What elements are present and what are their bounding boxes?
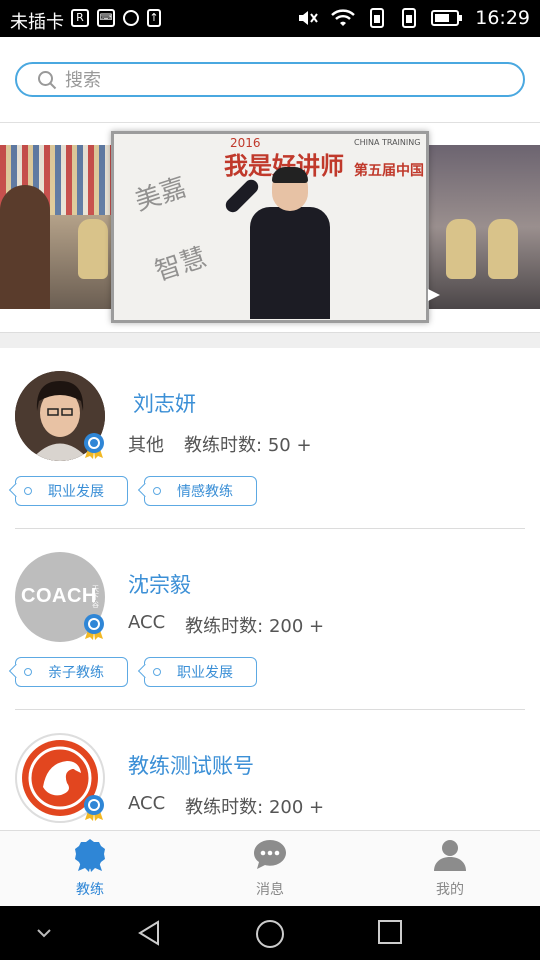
vase-image: [488, 219, 518, 279]
person-image: [0, 185, 50, 309]
coach-hours: 教练时数: 50 +: [184, 431, 312, 457]
mute-icon: [299, 11, 319, 25]
coach-list[interactable]: 刘志妍 其他 教练时数: 50 + 职业发展 情感教练 COACH 天下谷 沈宗…: [0, 348, 540, 830]
coach-meta: 其他 教练时数: 50 +: [128, 431, 312, 457]
hours-value: 200 +: [268, 797, 325, 818]
coach-card[interactable]: COACH 天下谷 沈宗毅 ACC 教练时数: 200 + 亲子教练 职业发展: [0, 529, 540, 710]
tab-messages[interactable]: 消息: [180, 831, 360, 906]
person-icon: [434, 840, 466, 871]
coach-name[interactable]: 沈宗毅: [128, 569, 191, 599]
whiteboard-scribble: 美嘉: [131, 172, 191, 218]
tab-coach[interactable]: 教练: [0, 831, 180, 906]
vase-image: [78, 219, 108, 279]
banner-carousel[interactable]: 美嘉 智慧 2016 我是好讲师 第五届中国 CHINA TRAINING: [0, 123, 540, 333]
carousel-next-arrow-icon[interactable]: [428, 289, 440, 301]
circle-notification-icon: [123, 10, 139, 26]
banner-side-text: 第五届中国: [354, 163, 424, 179]
coach-certification: ACC: [128, 612, 166, 633]
system-status: 16:29: [297, 7, 530, 29]
carrier-label: 未插卡: [10, 12, 64, 33]
hours-value: 200 +: [268, 616, 325, 637]
avatar-logo-text: COACH: [21, 585, 97, 607]
tag-chip[interactable]: 亲子教练: [8, 657, 128, 687]
status-bar: 未插卡 R ⌨ ↑ 16:29: [0, 0, 540, 37]
hours-label: 教练时数:: [184, 435, 263, 456]
speaker-figure: [222, 167, 334, 319]
bottom-tab-bar: 教练 消息 我的: [0, 830, 540, 906]
hours-label: 教练时数:: [185, 797, 264, 818]
coach-card[interactable]: 刘志妍 其他 教练时数: 50 + 职业发展 情感教练: [0, 348, 540, 529]
coach-hours: 教练时数: 200 +: [185, 612, 324, 638]
coach-medal-icon: [75, 839, 105, 872]
hours-label: 教练时数:: [185, 616, 264, 637]
recent-apps-icon[interactable]: [377, 919, 403, 945]
sim2-icon: [402, 8, 417, 28]
tab-profile[interactable]: 我的: [360, 831, 540, 906]
certified-badge-icon: [84, 795, 104, 821]
upload-notification-icon: ↑: [147, 9, 161, 27]
coach-hours: 教练时数: 200 +: [185, 793, 324, 819]
system-nav-bar: [0, 906, 540, 960]
tab-label: 消息: [256, 882, 284, 898]
back-icon[interactable]: [136, 919, 164, 947]
search-icon: [38, 71, 57, 90]
certified-badge-icon: [84, 614, 104, 640]
tag-chip[interactable]: 情感教练: [137, 476, 257, 506]
keyboard-icon: ⌨: [97, 9, 115, 27]
search-area: [0, 37, 540, 123]
clock: 16:29: [475, 7, 530, 29]
battery-icon: [431, 10, 463, 26]
banner-slide-next[interactable]: [428, 145, 540, 309]
sim1-icon: [370, 8, 385, 28]
avatar-logo-subtext: 天下谷: [92, 585, 99, 609]
wifi-icon: [331, 9, 356, 26]
home-icon[interactable]: [255, 919, 285, 949]
coach-meta: ACC 教练时数: 200 +: [128, 612, 324, 638]
chat-bubble-icon: [254, 840, 286, 869]
coach-certification: ACC: [128, 793, 166, 814]
banner-slide-previous[interactable]: [0, 145, 112, 309]
coach-name[interactable]: 教练测试账号: [128, 750, 254, 780]
tag-label: 亲子教练: [48, 665, 104, 681]
coach-certification: 其他: [128, 435, 164, 456]
tab-label: 教练: [76, 882, 104, 898]
r-notification-icon: R: [71, 9, 89, 27]
section-gap: [0, 333, 540, 348]
coach-name[interactable]: 刘志妍: [133, 388, 196, 418]
tab-label: 我的: [436, 882, 464, 898]
tag-chip[interactable]: 职业发展: [8, 476, 128, 506]
hide-keyboard-icon[interactable]: [36, 927, 52, 939]
banner-slide-current[interactable]: 美嘉 智慧 2016 我是好讲师 第五届中国 CHINA TRAINING: [111, 131, 429, 323]
banner-logo-text: CHINA TRAINING: [354, 138, 421, 147]
coach-card[interactable]: 教练测试账号 ACC 教练时数: 200 +: [0, 710, 540, 830]
notification-icons: R ⌨ ↑: [71, 9, 161, 27]
search-box[interactable]: [15, 62, 525, 97]
whiteboard-scribble: 智慧: [151, 242, 211, 288]
search-input[interactable]: [65, 67, 505, 93]
tag-label: 情感教练: [177, 484, 233, 500]
coach-meta: ACC 教练时数: 200 +: [128, 793, 324, 819]
tag-label: 职业发展: [48, 484, 104, 500]
vase-image: [446, 219, 476, 279]
certified-badge-icon: [84, 433, 104, 459]
tag-label: 职业发展: [177, 665, 233, 681]
hours-value: 50 +: [267, 435, 312, 456]
tag-chip[interactable]: 职业发展: [137, 657, 257, 687]
